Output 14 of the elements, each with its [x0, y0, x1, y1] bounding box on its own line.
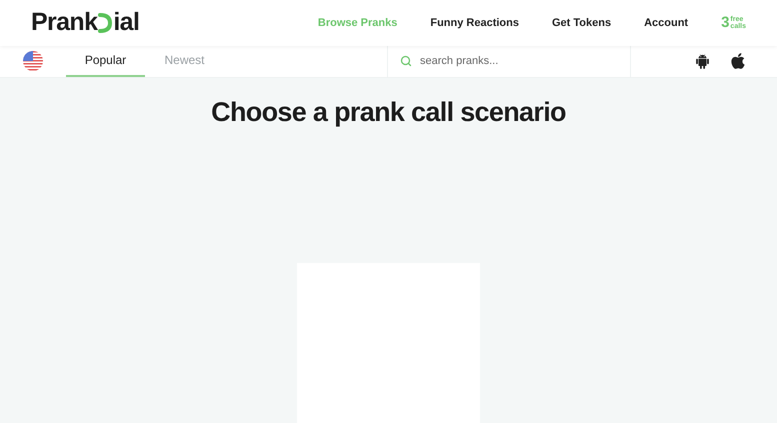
- logo-text: ial: [113, 7, 140, 38]
- search-field[interactable]: search pranks...: [420, 53, 618, 70]
- flag-icon[interactable]: [23, 51, 43, 72]
- nav-link[interactable]: Account: [644, 14, 688, 32]
- android-icon[interactable]: [694, 52, 711, 70]
- tab[interactable]: Popular: [66, 46, 145, 76]
- logo-text: Prank: [31, 7, 98, 38]
- free-calls-count: 3: [721, 12, 730, 33]
- page-heading: Choose a prank call scenario: [210, 96, 567, 129]
- nav-link[interactable]: Get Tokens: [552, 14, 612, 32]
- search-icon: [400, 55, 412, 68]
- apple-icon[interactable]: [729, 52, 747, 70]
- phone-icon: [98, 12, 112, 34]
- nav-link[interactable]: Funny Reactions: [430, 14, 519, 32]
